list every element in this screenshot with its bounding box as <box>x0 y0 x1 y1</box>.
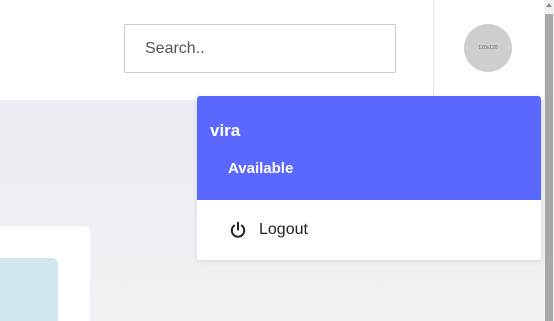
avatar-placeholder-label: 120x120 <box>478 45 498 51</box>
avatar[interactable]: 120x120 <box>464 24 512 72</box>
top-bar: 120x120 <box>0 0 544 100</box>
search-input[interactable] <box>124 24 396 73</box>
logout-label: Logout <box>259 221 308 238</box>
user-name: vira <box>210 121 241 140</box>
user-status: Available <box>228 160 294 177</box>
user-menu-header: vira Available <box>197 96 541 200</box>
logout-menu-item[interactable]: Logout <box>197 200 541 260</box>
content-card-inner <box>0 258 58 321</box>
power-icon <box>229 221 247 239</box>
user-dropdown-menu: vira Available Logout <box>197 96 541 260</box>
header-divider <box>433 0 434 100</box>
scrollbar-thumb[interactable] <box>545 14 553 321</box>
scroll-up-icon[interactable] <box>544 0 554 10</box>
vertical-scrollbar[interactable] <box>544 0 554 321</box>
